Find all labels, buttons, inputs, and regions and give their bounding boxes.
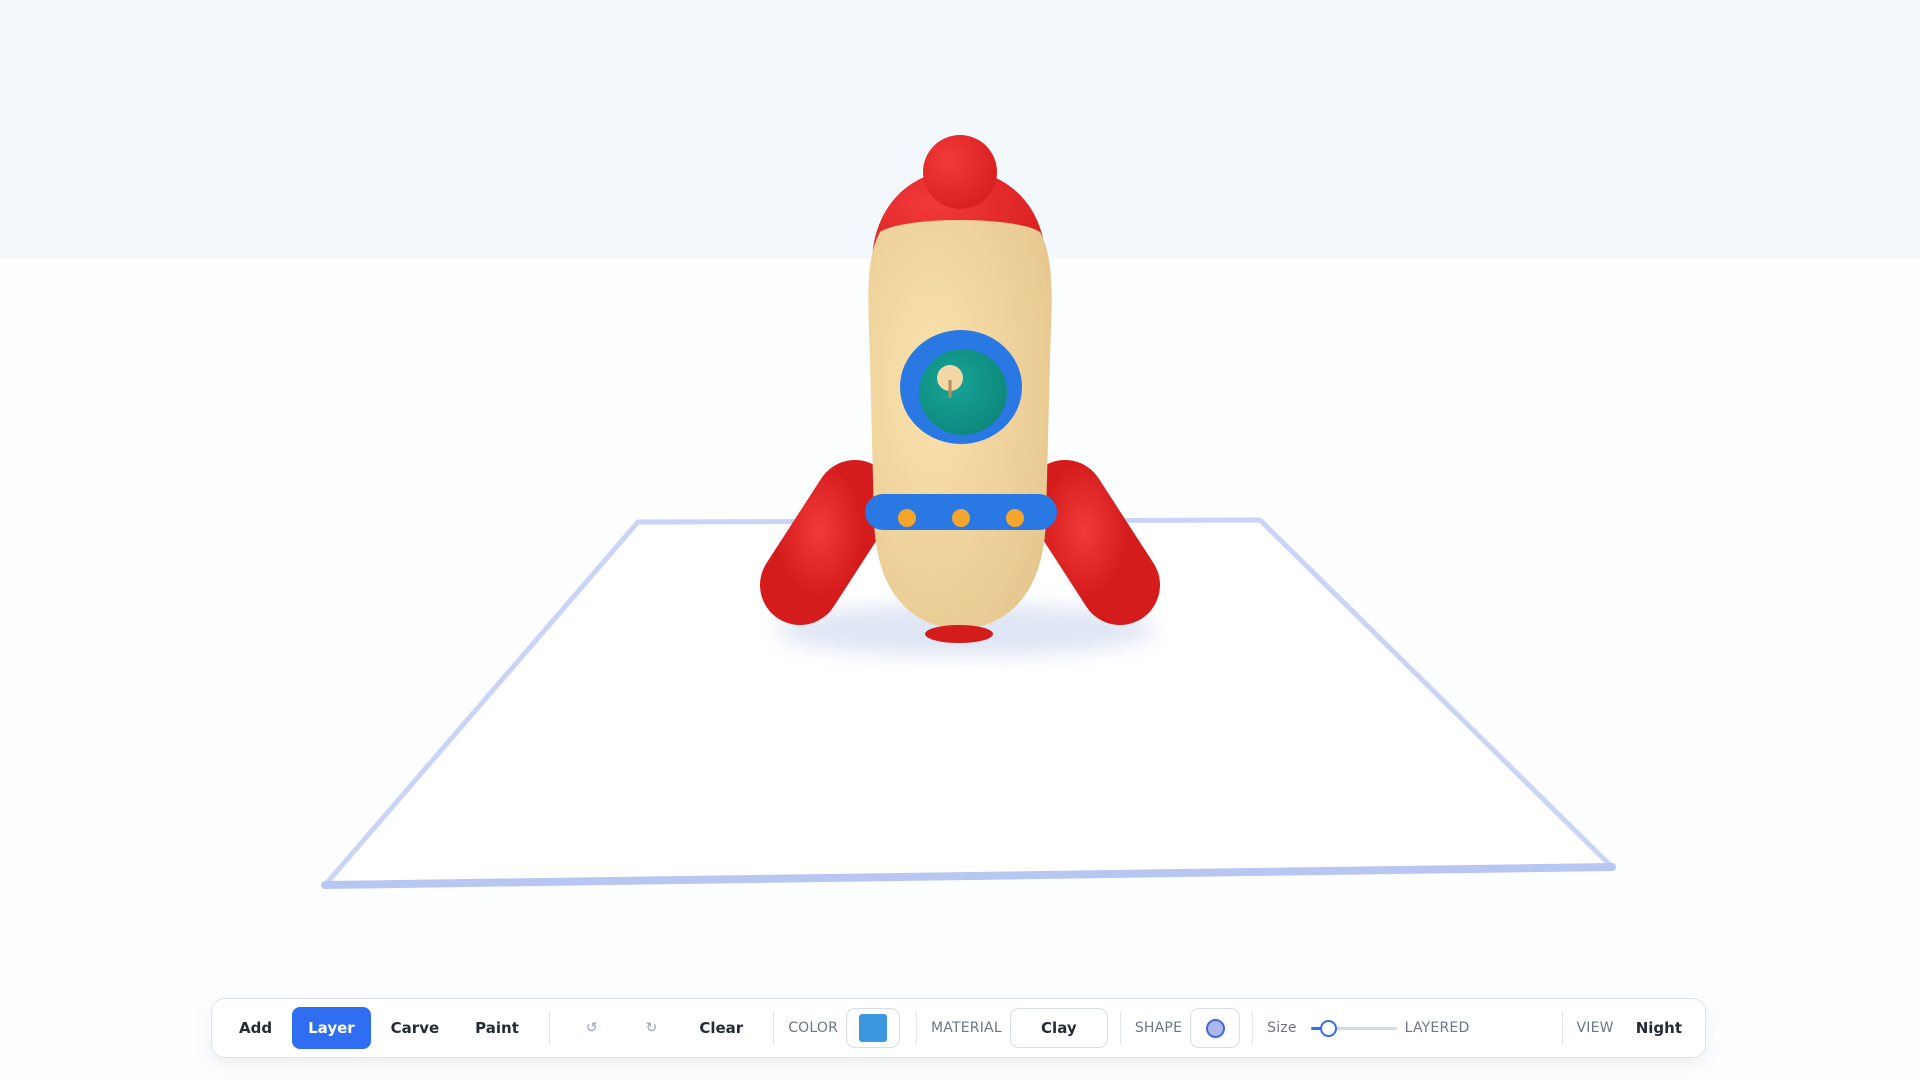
view-mode-button[interactable]: Night: [1624, 1007, 1694, 1049]
clear-button[interactable]: Clear: [683, 1007, 759, 1049]
toolbar-divider: [916, 1012, 918, 1044]
size-slider[interactable]: [1310, 1018, 1397, 1038]
bottom-toolbar: Add Layer Carve Paint ↺ ↻ Clear COLOR MA…: [211, 998, 1706, 1058]
undo-button[interactable]: ↺: [564, 1007, 620, 1049]
shape-select-button[interactable]: [1190, 1008, 1241, 1048]
toolbar-divider: [1561, 1012, 1563, 1044]
redo-icon: ↻: [645, 1020, 658, 1036]
tool-button-layer[interactable]: Layer: [292, 1007, 371, 1049]
rocket-rivet: [898, 509, 916, 527]
rocket-fin-left: [760, 460, 895, 625]
view-label: VIEW: [1576, 1020, 1614, 1036]
redo-button[interactable]: ↻: [624, 1007, 680, 1049]
tool-button-add[interactable]: Add: [223, 1007, 288, 1049]
color-picker-button[interactable]: [846, 1008, 901, 1048]
toolbar-divider: [773, 1012, 775, 1044]
viewport-canvas[interactable]: [0, 0, 1920, 1080]
rocket-rivet: [1006, 509, 1024, 527]
sphere-icon: [1205, 1018, 1225, 1038]
material-select[interactable]: Clay: [1009, 1008, 1108, 1048]
rocket-nozzle: [925, 625, 993, 643]
color-swatch: [859, 1014, 888, 1042]
undo-icon: ↺: [585, 1020, 598, 1036]
size-slider-thumb[interactable]: [1319, 1020, 1337, 1037]
tool-button-paint[interactable]: Paint: [459, 1007, 535, 1049]
color-label: COLOR: [788, 1020, 839, 1036]
toolbar-divider: [548, 1012, 550, 1044]
tool-button-carve[interactable]: Carve: [375, 1007, 455, 1049]
material-label: MATERIAL: [931, 1020, 1002, 1036]
rocket-nose-tip: [923, 135, 997, 209]
toolbar-divider: [1252, 1012, 1254, 1044]
toolbar-divider: [1119, 1012, 1121, 1044]
mode-indicator: LAYERED: [1404, 1020, 1470, 1036]
size-label: Size: [1267, 1020, 1297, 1036]
shape-label: SHAPE: [1134, 1020, 1183, 1036]
rocket-rivet: [952, 509, 970, 527]
rocket-fin-right: [1025, 460, 1160, 625]
rocket-window-glass: [919, 349, 1007, 435]
